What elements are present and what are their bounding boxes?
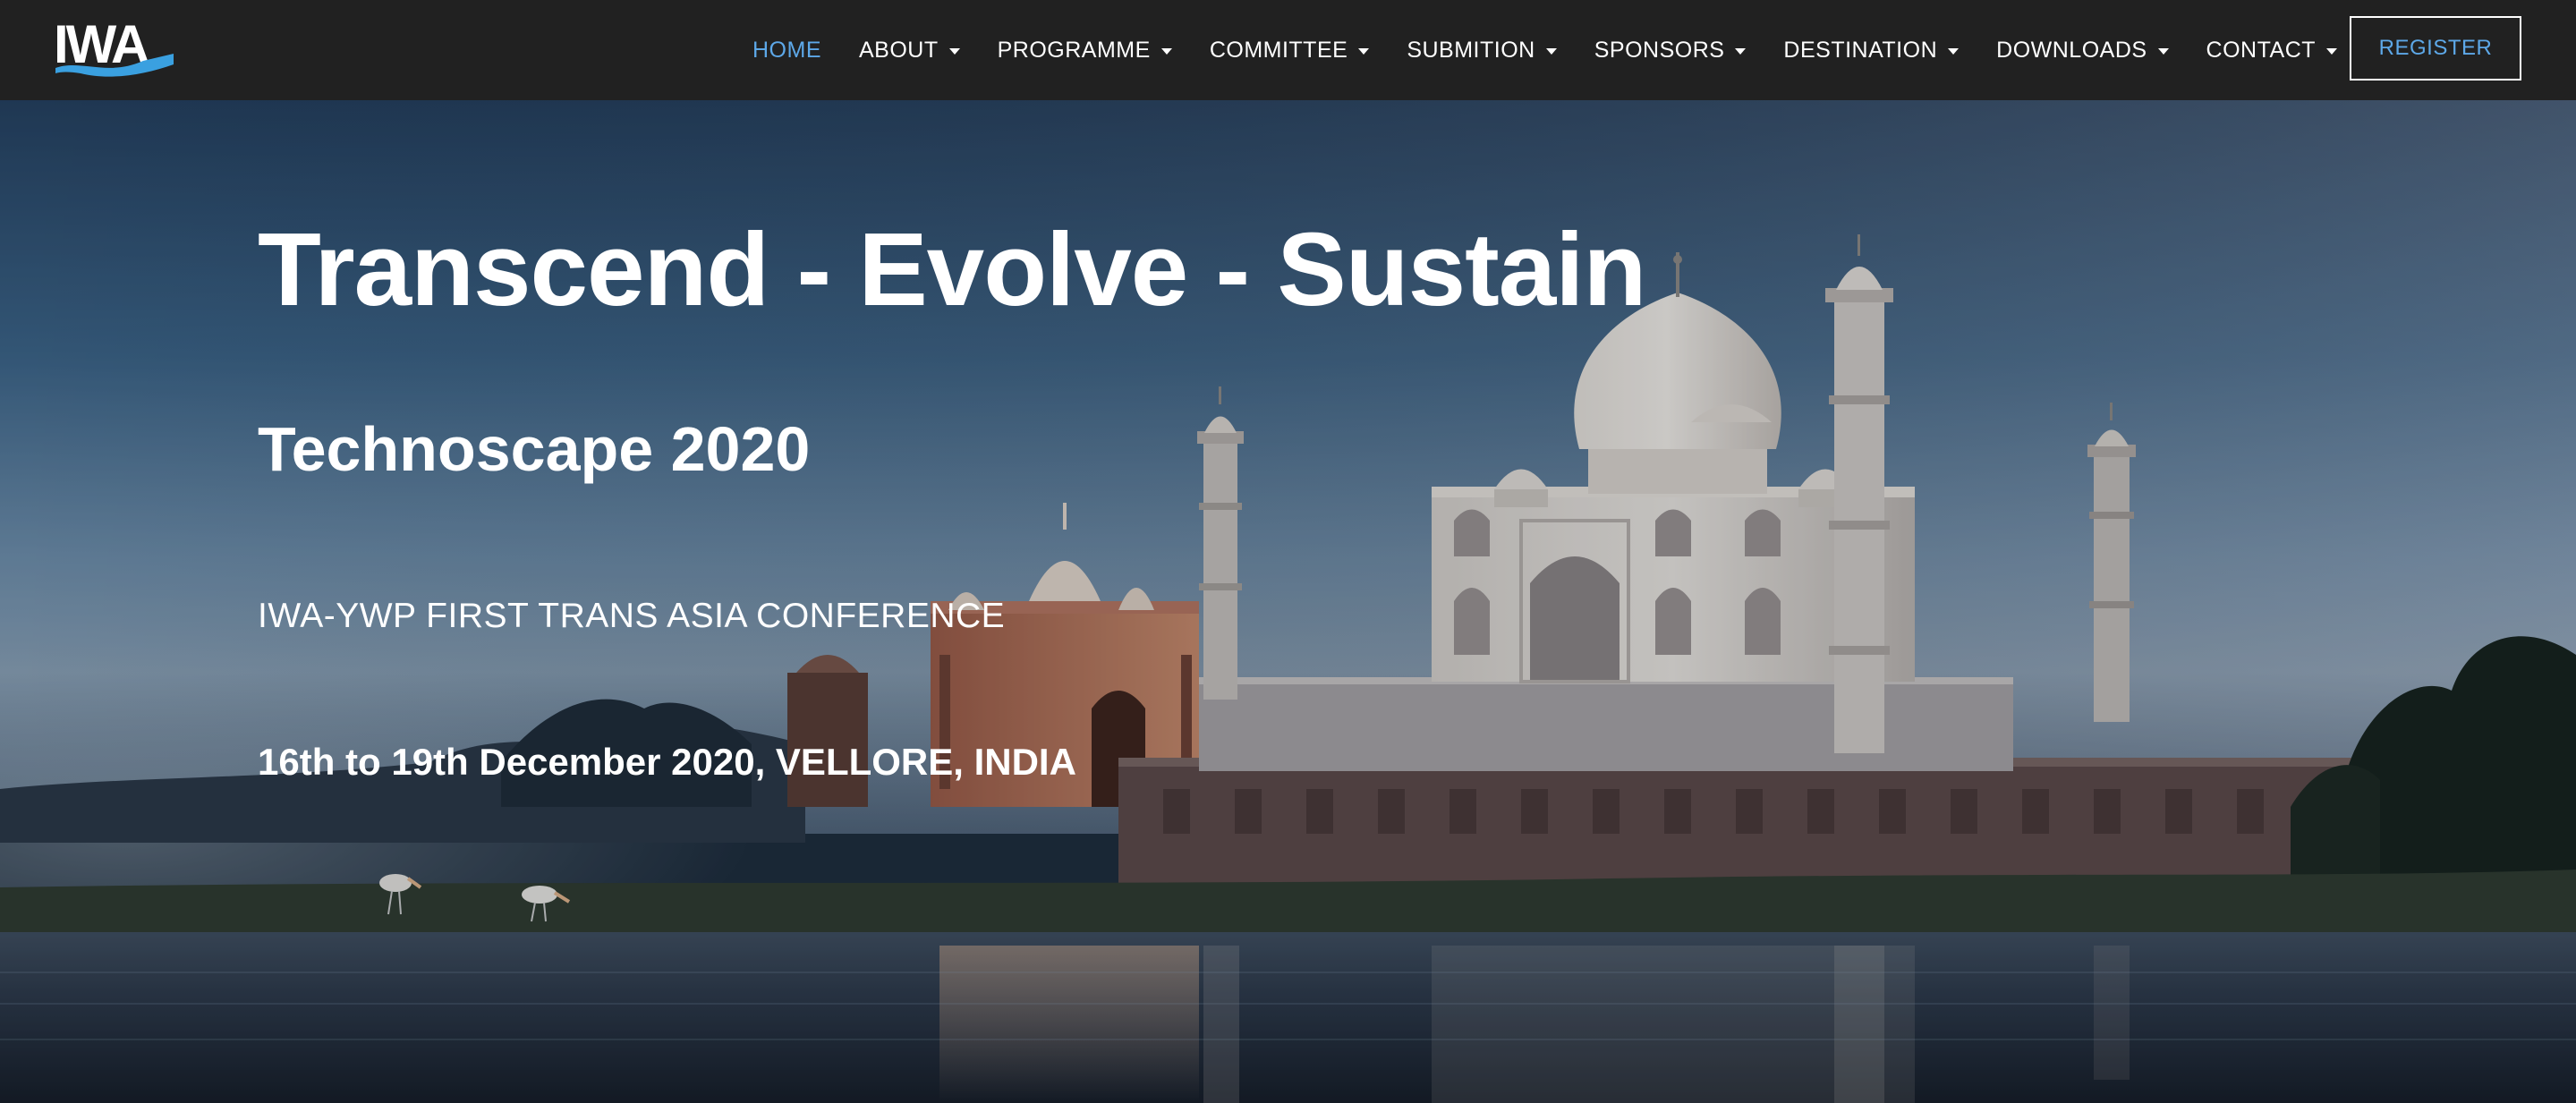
nav-item-sponsors[interactable]: SPONSORS (1576, 0, 1765, 100)
nav-item-label: COMMITTEE (1209, 37, 1348, 63)
caret-down-icon (1358, 47, 1370, 55)
nav-item-label: SPONSORS (1594, 37, 1725, 63)
caret-down-icon (1735, 47, 1747, 55)
nav-item-label: ABOUT (859, 37, 939, 63)
conference-name: IWA-YWP FIRST TRANS ASIA CONFERENCE (258, 597, 1006, 635)
caret-down-icon (2326, 47, 2338, 55)
page: IWA HOME ABOUT PROGRAMME COMMITTEE SUBMITION… (0, 0, 2576, 1103)
nav-item-label: DESTINATION (1783, 37, 1938, 63)
iwa-logo[interactable]: IWA (54, 14, 179, 79)
iwa-logo-icon: IWA (54, 14, 174, 77)
hero-banner: Transcend - Evolve - Sustain Technoscape… (0, 100, 2576, 1103)
nav-item-programme[interactable]: PROGRAMME (979, 0, 1191, 100)
nav-item-label: PROGRAMME (997, 37, 1151, 63)
caret-down-icon (1160, 47, 1172, 55)
nav-item-contact[interactable]: CONTACT (2188, 0, 2356, 100)
top-navbar: IWA HOME ABOUT PROGRAMME COMMITTEE SUBMITION… (0, 0, 2576, 100)
main-nav: HOME ABOUT PROGRAMME COMMITTEE SUBMITION SPON… (734, 0, 2356, 100)
nav-item-committee[interactable]: COMMITTEE (1191, 0, 1389, 100)
hero-title: Transcend - Evolve - Sustain (258, 211, 1646, 327)
nav-item-label: SUBMITION (1407, 37, 1535, 63)
caret-down-icon (1948, 47, 1960, 55)
caret-down-icon (1545, 47, 1557, 55)
register-button[interactable]: REGISTER (2350, 16, 2521, 81)
nav-item-label: HOME (752, 37, 821, 63)
hero-subtitle: Technoscape 2020 (258, 414, 811, 484)
nav-item-label: DOWNLOADS (1996, 37, 2147, 63)
nav-item-destination[interactable]: DESTINATION (1764, 0, 1977, 100)
nav-item-label: CONTACT (2206, 37, 2317, 63)
nav-item-submition[interactable]: SUBMITION (1388, 0, 1575, 100)
nav-item-about[interactable]: ABOUT (840, 0, 979, 100)
nav-item-home[interactable]: HOME (734, 0, 840, 100)
caret-down-icon (2157, 47, 2169, 55)
event-date-location: 16th to 19th December 2020, VELLORE, IND… (258, 741, 1076, 783)
nav-item-downloads[interactable]: DOWNLOADS (1977, 0, 2187, 100)
caret-down-icon (948, 47, 960, 55)
